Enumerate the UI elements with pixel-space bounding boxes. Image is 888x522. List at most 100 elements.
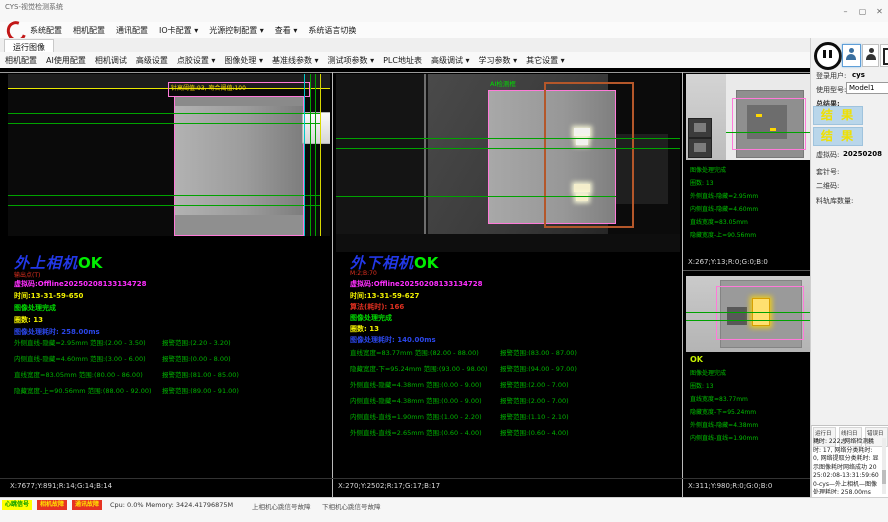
right-bottom-line-0: 图像处理完成 <box>690 368 726 377</box>
upper-camera-heartbeat-msg: 上相机心跳信号故障 <box>252 501 311 511</box>
left-virtual-code: 虚拟码:Offline20250208133134728 <box>14 279 147 289</box>
needle-no-label: 套针号: <box>816 167 839 177</box>
operator-button[interactable] <box>862 44 879 67</box>
tool-baseline-params[interactable]: 基准线参数 ▾ <box>272 55 319 66</box>
middle-meas-0: 直线宽度=83.77mm 范围:(82.00 - 88.00) <box>350 347 479 357</box>
model-input[interactable] <box>846 82 888 94</box>
tool-camera-debug[interactable]: 相机调试 <box>95 55 127 66</box>
middle-camera-image[interactable]: AI检测框 <box>336 74 680 252</box>
right-top-pixel-coords: X:267;Y:13;R:0;G:0;B:0 <box>688 258 768 266</box>
middle-pixel-coords: X:270;Y:2502;R:17;G:17;B:17 <box>338 482 440 490</box>
right-bottom-line-1: 圈数: 13 <box>690 381 714 390</box>
title-bar: CYS-视觉检测系统 – ▢ ✕ <box>0 0 888 23</box>
virtual-code-label: 虚拟码: <box>816 150 839 160</box>
tool-camera-config[interactable]: 相机配置 <box>5 55 37 66</box>
left-connector-tab <box>302 112 330 144</box>
right-panels-divider <box>683 270 810 271</box>
right-top-line-3: 内侧直线-隐藏=4.60mm <box>690 204 758 213</box>
close-icon[interactable]: ✕ <box>872 6 887 17</box>
pause-button[interactable] <box>814 42 842 70</box>
log-scrollbar <box>882 438 886 494</box>
menu-item-language[interactable]: 系统语言切换 <box>308 25 356 36</box>
panel-divider-1 <box>332 72 333 497</box>
result-box-1: 结 果 <box>813 106 863 125</box>
left-threshold-overlay: 针高阈值:93, 吻合阈值:100 <box>168 82 310 97</box>
left-alarm-1: 报警范围:(0.00 - 8.00) <box>162 353 231 363</box>
middle-meas-3: 内侧直线-隐藏=4.38mm 范围:(0.00 - 9.00) <box>350 395 482 405</box>
left-alarm-0: 报警范围:(2.20 - 3.20) <box>162 337 231 347</box>
left-meas-0: 外侧直线-隐藏=2.95mm 范围:(2.00 - 3.50) <box>14 337 146 347</box>
heartbeat-badge: 心跳信号 <box>2 500 32 510</box>
menu-item-light-config[interactable]: 光源控制配置 ▾ <box>209 25 264 36</box>
menu-item-view[interactable]: 查看 ▾ <box>275 25 298 36</box>
tool-advanced-debug[interactable]: 高级调试 ▾ <box>431 55 470 66</box>
tool-ai-config[interactable]: AI使用配置 <box>46 55 86 66</box>
exit-button[interactable] <box>880 44 888 67</box>
lower-camera-heartbeat-msg: 下相机心跳信号故障 <box>322 501 381 511</box>
camera-fault-badge: 相机故障 <box>37 500 67 510</box>
middle-ok-badge: OK <box>414 254 438 272</box>
right-bottom-line-2: 直线宽度=83.77mm <box>690 394 748 403</box>
left-alarm-3: 报警范围:(89.00 - 91.00) <box>162 385 239 395</box>
left-camera-image[interactable]: 针高阈值:93, 吻合阈值:100 <box>8 74 330 236</box>
middle-algo-time: 算法(耗时): 166 <box>350 302 404 312</box>
pause-icon <box>829 50 832 58</box>
tool-plc-address[interactable]: PLC地址表 <box>383 55 422 66</box>
middle-alarm-3: 报警范围:(2.00 - 7.00) <box>500 395 569 405</box>
right-top-thumbnail-2 <box>688 138 712 158</box>
middle-meas-4: 内侧直线-直线=1.90mm 范围:(1.00 - 2.20) <box>350 411 482 421</box>
middle-virtual-code: 虚拟码:Offline20250208133134728 <box>350 279 483 289</box>
virtual-code-value: 20250208 <box>843 150 882 158</box>
left-rounds: 圈数: 13 <box>14 315 43 325</box>
middle-alarm-4: 报警范围:(1.10 - 2.10) <box>500 411 569 421</box>
right-bottom-ok-badge: OK <box>690 355 703 364</box>
middle-alarm-2: 报警范围:(2.00 - 7.00) <box>500 379 569 389</box>
middle-time: 时间:13-31-59-627 <box>350 291 419 301</box>
left-time: 时间:13-31-59-650 <box>14 291 83 301</box>
tool-learn-params[interactable]: 学习参数 ▾ <box>479 55 518 66</box>
left-status: 图像处理完成 <box>14 303 56 313</box>
toolbar-items: 相机配置 AI使用配置 相机调试 高级设置 点胶设置 ▾ 图像处理 ▾ 基准线参… <box>5 55 565 66</box>
coords-divider <box>0 478 810 479</box>
left-meas-3: 隐藏宽度-上=90.56mm 范围:(88.00 - 92.00) <box>14 385 152 395</box>
right-bottom-pixel-coords: X:311;Y:980;R:0;G:0;B:0 <box>688 482 772 490</box>
tool-advanced-settings[interactable]: 高级设置 <box>136 55 168 66</box>
right-bottom-line-3: 隐藏宽度-下=95.24mm <box>690 407 756 416</box>
left-meas-2: 直线宽度=83.05mm 范围:(80.00 - 86.00) <box>14 369 143 379</box>
menu-item-camera-config[interactable]: 相机配置 <box>73 25 105 36</box>
middle-rounds: 圈数: 13 <box>350 324 379 334</box>
minimize-icon[interactable]: – <box>838 6 853 17</box>
tool-test-params[interactable]: 测试项参数 ▾ <box>328 55 375 66</box>
left-pixel-coords: X:7677;Y:891;R:14;G:14;B:14 <box>10 482 112 490</box>
maximize-icon[interactable]: ▢ <box>855 6 870 17</box>
log-scrollbar-thumb[interactable] <box>882 470 886 484</box>
menu-item-io-config[interactable]: IO卡配置 ▾ <box>159 25 198 36</box>
menu-item-system-config[interactable]: 系统配置 <box>30 25 62 36</box>
left-ok-badge: OK <box>78 254 102 272</box>
right-top-line-4: 直线宽度=83.05mm <box>690 217 748 226</box>
right-top-line-1: 圈数: 13 <box>690 178 714 187</box>
tool-image-processing[interactable]: 图像处理 ▾ <box>224 55 263 66</box>
tool-other-settings[interactable]: 其它设置 ▾ <box>526 55 565 66</box>
right-top-line-5: 隐藏宽度-上=90.56mm <box>690 230 756 239</box>
tool-glue-settings[interactable]: 点胶设置 ▾ <box>177 55 216 66</box>
left-product-block <box>174 96 304 236</box>
left-elapsed: 图像处理耗时: 258.00ms <box>14 327 100 337</box>
left-meas-1: 内侧直线-隐藏=4.60mm 范围:(3.00 - 6.00) <box>14 353 146 363</box>
menu-items: 系统配置 相机配置 通讯配置 IO卡配置 ▾ 光源控制配置 ▾ 查看 ▾ 系统语… <box>30 25 356 36</box>
user-switch-button[interactable] <box>842 44 861 67</box>
app-window: CYS-视觉检测系统 – ▢ ✕ 系统配置 相机配置 通讯配置 IO卡配置 ▾ … <box>0 0 888 522</box>
middle-orange-roi <box>544 82 634 228</box>
user-switch-icon <box>846 48 856 61</box>
menu-item-comm-config[interactable]: 通讯配置 <box>116 25 148 36</box>
right-top-camera-image[interactable] <box>686 74 810 160</box>
result-box-2: 结 果 <box>813 127 863 146</box>
user-icon <box>866 48 876 61</box>
right-bottom-line-4: 外侧直线-隐藏=4.38mm <box>690 420 758 429</box>
panel-divider-2 <box>682 72 683 497</box>
middle-status: 图像处理完成 <box>350 313 392 323</box>
model-label: 使用型号: <box>816 85 846 95</box>
right-bottom-line-5: 内侧直线-直线=1.90mm <box>690 433 758 442</box>
middle-note: M:2;B:70 <box>350 270 377 277</box>
right-bottom-camera-image[interactable] <box>686 276 810 352</box>
